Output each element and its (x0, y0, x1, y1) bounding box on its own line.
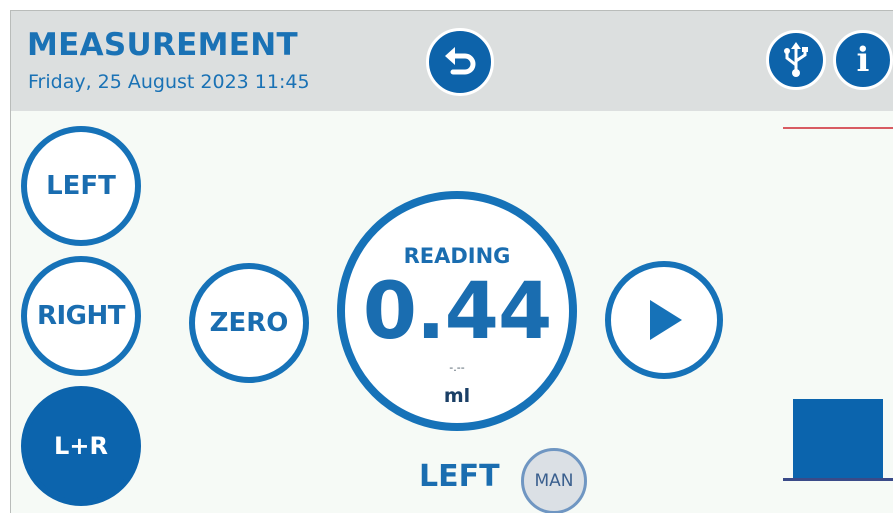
measurement-screen: MEASUREMENT Friday, 25 August 2023 11:45… (10, 10, 893, 513)
both-sides-label: L+R (54, 432, 108, 460)
reading-label: READING (403, 244, 511, 268)
upper-limit-line (783, 127, 893, 129)
info-icon: i (856, 40, 870, 80)
header-bar: MEASUREMENT Friday, 25 August 2023 11:45… (11, 11, 893, 111)
left-side-label: LEFT (46, 171, 116, 201)
play-icon (650, 300, 682, 340)
level-bar (793, 399, 883, 479)
left-side-button[interactable]: LEFT (21, 126, 141, 246)
reading-value: 0.44 (362, 267, 552, 357)
play-button[interactable] (605, 261, 723, 379)
both-sides-button[interactable]: L+R (21, 386, 141, 506)
page-title: MEASUREMENT (27, 27, 298, 63)
zero-label: ZERO (209, 308, 289, 338)
usb-button[interactable] (766, 30, 826, 90)
manual-mode-button[interactable]: MAN (521, 448, 587, 513)
info-button[interactable]: i (833, 30, 893, 90)
right-side-label: RIGHT (36, 301, 126, 331)
usb-icon (784, 42, 808, 77)
reading-secondary-value: -.-- (449, 361, 465, 374)
back-button[interactable] (426, 28, 494, 96)
date-time: Friday, 25 August 2023 11:45 (28, 71, 310, 93)
zero-button[interactable]: ZERO (189, 263, 309, 383)
level-baseline (783, 478, 893, 481)
right-side-button[interactable]: RIGHT (21, 256, 141, 376)
back-arrow-icon (445, 47, 476, 75)
reading-display: READING 0.44 -.-- ml (337, 191, 577, 431)
manual-mode-label: MAN (534, 471, 574, 491)
reading-unit: ml (443, 385, 471, 407)
active-side-label: LEFT (419, 459, 500, 494)
